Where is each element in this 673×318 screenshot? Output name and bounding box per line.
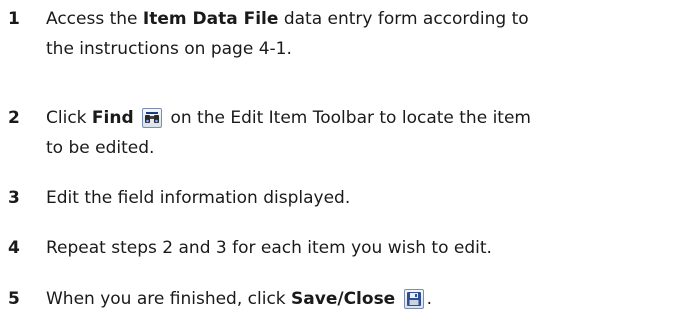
step-text: Access the Item Data File data entry for… [46,4,666,64]
instruction-steps: 1 Access the Item Data File data entry f… [0,0,673,318]
step-2: 2 Click Find on the Edit Item Toolbar to… [0,103,673,165]
step-1: 1 Access the Item Data File data entry f… [0,4,673,66]
step-3: 3 Edit the field information displayed. [0,183,673,215]
step-text-part: Access the [46,9,143,29]
save-disk-icon [403,289,424,309]
step-text-part: data entry form according to [278,9,529,29]
step-text: Edit the field information displayed. [46,188,351,208]
step-5: 5 When you are finished, click Save/Clos… [0,284,673,316]
step-number: 3 [8,188,20,208]
step-text: When you are finished, click Save/Close … [46,284,666,314]
step-text-part: . [426,289,433,309]
step-text-part: Click [46,108,92,128]
step-emphasis: Item Data File [142,9,279,29]
step-emphasis: Find [91,108,134,128]
step-text: Click Find on the Edit Item Toolbar to l… [46,103,666,163]
find-binoculars-icon [142,108,163,128]
step-emphasis: Save/Close [291,289,396,309]
step-text-part: When you are finished, click [46,289,292,309]
step-text-part: the instructions on page 4-1. [46,39,292,59]
step-text-part: to be edited. [46,138,155,158]
step-text-part: on the Edit Item Toolbar to locate the i… [165,108,531,128]
step-number: 4 [8,238,20,258]
step-number: 2 [8,108,20,128]
step-number: 1 [8,9,20,29]
step-4: 4 Repeat steps 2 and 3 for each item you… [0,233,673,265]
step-number: 5 [8,289,20,309]
step-text: Repeat steps 2 and 3 for each item you w… [46,238,492,258]
